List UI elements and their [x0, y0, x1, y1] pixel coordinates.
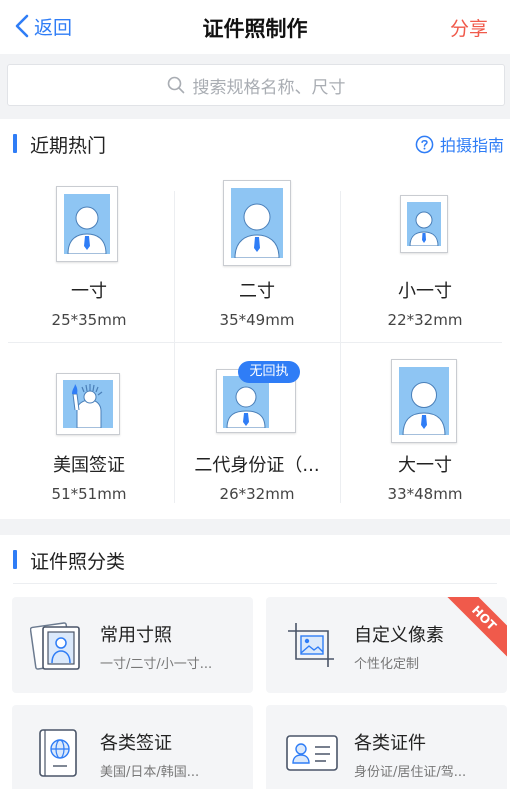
hot-item-two-inch[interactable]: 二寸 35*49mm [172, 169, 342, 342]
section-marker [13, 134, 17, 153]
section-marker [13, 550, 17, 569]
passport-icon [39, 729, 77, 777]
hot-section-title: 近期热门 [30, 135, 107, 157]
hot-item-name: 美国签证 [53, 455, 125, 476]
hot-item-size: 25*35mm [51, 311, 127, 329]
hot-item-large-one-inch[interactable]: 大一寸 33*48mm [340, 343, 510, 516]
hot-section-header: 近期热门 拍摄指南 [0, 119, 510, 169]
category-card-subtitle: 美国/日本/韩国... [100, 765, 200, 780]
hot-item-name: 一寸 [71, 281, 107, 302]
hot-item-small-one-inch[interactable]: 小一寸 22*32mm [340, 169, 510, 342]
hot-grid: 一寸 25*35mm 二寸 35*49mm 小一寸 22*32mm 美国签证 5… [0, 169, 510, 515]
category-card-subtitle: 个性化定制 [354, 657, 420, 672]
hot-item-size: 22*32mm [387, 311, 463, 329]
category-card-visa[interactable]: 各类签证 美国/日本/韩国... [12, 705, 253, 789]
category-card-subtitle: 身份证/居住证/驾... [354, 765, 467, 780]
hot-item-size: 33*48mm [387, 485, 463, 503]
small-one-inch-photo-icon [400, 195, 448, 253]
search-placeholder: 搜索规格名称、尺寸 [192, 77, 346, 98]
category-card-common-photo[interactable]: 常用寸照 一寸/二寸/小一寸... [12, 597, 253, 693]
hot-item-one-inch[interactable]: 一寸 25*35mm [4, 169, 174, 342]
category-card-title: 各类签证 [100, 733, 172, 754]
large-one-inch-photo-icon [391, 359, 457, 443]
shooting-guide-link[interactable]: 拍摄指南 [415, 132, 504, 156]
photo-card-icon [30, 622, 80, 670]
page-title: 证件照制作 [202, 17, 308, 41]
category-card-subtitle: 一寸/二寸/小一寸... [100, 657, 213, 672]
navbar: 返回 证件照制作 分享 [0, 0, 510, 54]
hot-item-us-visa[interactable]: 美国签证 51*51mm [4, 343, 174, 516]
hot-item-name: 二代身份证（... [194, 455, 320, 476]
search-icon [167, 76, 184, 94]
hot-item-size: 35*49mm [219, 311, 295, 329]
section-divider [13, 583, 497, 584]
hot-item-name: 二寸 [239, 281, 275, 302]
one-inch-photo-icon [56, 186, 118, 262]
hot-item-size: 26*32mm [219, 485, 295, 503]
search-input[interactable]: 搜索规格名称、尺寸 [7, 64, 505, 106]
search-area: 搜索规格名称、尺寸 [0, 54, 510, 118]
shooting-guide-label: 拍摄指南 [439, 136, 504, 155]
category-section-title: 证件照分类 [30, 551, 126, 573]
hot-section: 近期热门 拍摄指南 一寸 25*35mm 二寸 35*49mm 小一寸 22*3… [0, 119, 510, 519]
category-section: 证件照分类 常用寸照 一寸/二寸/小一寸... 自定义像素 个性化定制 HOT … [0, 535, 510, 789]
hot-ribbon: HOT [444, 597, 507, 658]
category-card-custom-pixel[interactable]: 自定义像素 个性化定制 HOT [266, 597, 507, 693]
category-card-title: 各类证件 [354, 733, 426, 754]
hot-item-size: 51*51mm [51, 485, 127, 503]
category-card-title: 自定义像素 [354, 625, 444, 646]
category-card-title: 常用寸照 [100, 625, 172, 646]
statue-of-liberty-icon [72, 384, 103, 428]
category-card-documents[interactable]: 各类证件 身份证/居住证/驾... [266, 705, 507, 789]
us-visa-photo-icon [56, 373, 120, 435]
two-inch-photo-icon [223, 180, 291, 266]
question-circle-icon [415, 135, 434, 153]
id-card-icon [286, 735, 338, 771]
crop-image-icon [288, 623, 334, 667]
no-receipt-badge: 无回执 [238, 361, 300, 383]
hot-item-name: 大一寸 [398, 455, 452, 476]
hot-item-name: 小一寸 [398, 281, 452, 302]
share-button[interactable]: 分享 [450, 14, 488, 41]
